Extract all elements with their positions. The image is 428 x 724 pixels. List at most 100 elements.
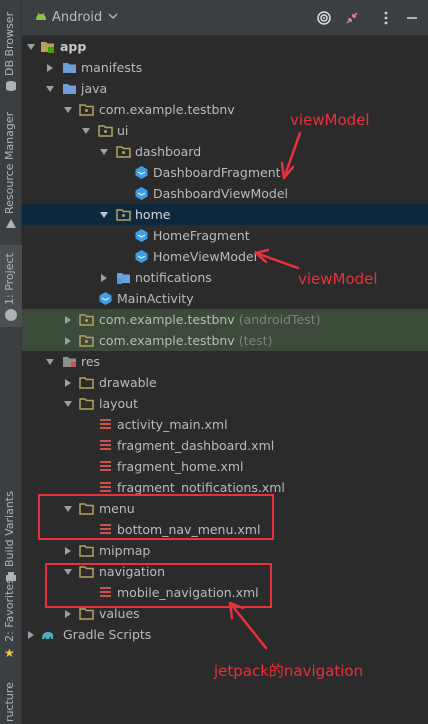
package-name: com.example.testbnv xyxy=(99,333,235,348)
build-variants-tab[interactable]: Build Variants xyxy=(0,465,22,585)
kotlin-class-icon xyxy=(99,292,112,305)
folder-icon xyxy=(79,377,94,389)
expanded-arrow-icon[interactable] xyxy=(64,400,72,408)
expanded-arrow-icon[interactable] xyxy=(46,358,54,366)
tree-node-layout[interactable]: layout xyxy=(22,393,428,414)
source-set-tag: (androidTest) xyxy=(238,312,321,327)
tree-node-activity-main[interactable]: activity_main.xml xyxy=(22,414,428,435)
package-icon xyxy=(79,335,94,347)
navigation-highlight-box xyxy=(45,563,272,608)
collapsed-arrow-icon[interactable] xyxy=(64,379,72,387)
database-icon xyxy=(6,81,16,91)
folder-icon xyxy=(63,63,76,73)
tree-label: DashboardViewModel xyxy=(153,186,289,201)
tree-node-dashboard-viewmodel[interactable]: DashboardViewModel xyxy=(22,183,428,204)
package-icon xyxy=(79,104,94,116)
expanded-arrow-icon[interactable] xyxy=(100,148,108,156)
tree-label: com.example.testbnv (test) xyxy=(99,333,272,348)
tree-label: HomeViewModel xyxy=(153,249,258,264)
expanded-arrow-icon[interactable] xyxy=(27,43,35,51)
tree-node-app[interactable]: app xyxy=(22,36,428,57)
project-label: 1: Project xyxy=(3,253,16,305)
tree-node-fragment-home[interactable]: fragment_home.xml xyxy=(22,456,428,477)
project-view-selector[interactable]: Android xyxy=(52,10,102,25)
locate-icon[interactable] xyxy=(316,10,332,26)
package-name: com.example.testbnv xyxy=(99,312,235,327)
collapsed-arrow-icon[interactable] xyxy=(64,610,72,618)
tree-label: HomeFragment xyxy=(153,228,250,243)
folder-icon xyxy=(63,84,76,94)
tree-label: java xyxy=(81,81,108,96)
chevron-down-icon[interactable] xyxy=(108,11,118,21)
collapse-all-icon[interactable] xyxy=(344,10,360,26)
build-variants-label: Build Variants xyxy=(3,491,16,567)
kotlin-class-icon xyxy=(135,250,148,263)
structure-tab[interactable]: ructure xyxy=(0,676,22,724)
collapsed-arrow-icon[interactable] xyxy=(27,631,35,639)
tree-label: ui xyxy=(117,123,129,138)
tree-node-dashboard-fragment[interactable]: DashboardFragment xyxy=(22,162,428,183)
tree-label: dashboard xyxy=(135,144,202,159)
tree-node-main-activity[interactable]: MainActivity xyxy=(22,288,428,309)
annotation-viewmodel-bottom: viewModel xyxy=(298,270,378,288)
package-icon xyxy=(98,125,113,137)
tree-node-package-android-test[interactable]: com.example.testbnv (androidTest) xyxy=(22,309,428,330)
collapsed-arrow-icon[interactable] xyxy=(46,64,54,72)
tree-label: mipmap xyxy=(99,543,151,558)
tree-label: activity_main.xml xyxy=(117,417,228,432)
tree-node-drawable[interactable]: drawable xyxy=(22,372,428,393)
menu-highlight-box xyxy=(38,494,274,540)
collapsed-arrow-icon[interactable] xyxy=(64,337,72,345)
kotlin-class-icon xyxy=(135,187,148,200)
hide-panel-icon[interactable] xyxy=(404,10,420,26)
tree-node-gradle-scripts[interactable]: Gradle Scripts xyxy=(22,624,428,645)
expanded-arrow-icon[interactable] xyxy=(46,85,54,93)
resource-manager-tab[interactable]: Resource Manager xyxy=(0,110,22,235)
structure-label: ructure xyxy=(3,682,16,722)
resource-icon xyxy=(6,219,16,228)
tree-label: com.example.testbnv xyxy=(99,102,235,117)
package-icon xyxy=(117,273,130,284)
db-browser-tab[interactable]: DB Browser xyxy=(0,4,22,94)
tree-node-res[interactable]: res xyxy=(22,351,428,372)
star-icon: ★ xyxy=(4,646,15,660)
folder-icon xyxy=(79,608,94,620)
tree-label: fragment_dashboard.xml xyxy=(117,438,275,453)
tree-node-dashboard[interactable]: dashboard xyxy=(22,141,428,162)
annotation-viewmodel-top: viewModel xyxy=(290,111,370,129)
tree-node-manifests[interactable]: manifests xyxy=(22,57,428,78)
folder-icon xyxy=(79,398,94,410)
tool-window-strip: DB Browser Resource Manager 1: Project B… xyxy=(0,0,22,724)
kotlin-class-icon xyxy=(135,229,148,242)
xml-file-icon xyxy=(100,440,111,450)
favorites-tab[interactable]: ★ 2: Favorites xyxy=(0,578,22,662)
collapsed-arrow-icon[interactable] xyxy=(64,316,72,324)
tree-node-package-test[interactable]: com.example.testbnv (test) xyxy=(22,330,428,351)
tree-node-mipmap[interactable]: mipmap xyxy=(22,540,428,561)
folder-icon xyxy=(79,545,94,557)
module-folder-icon xyxy=(41,42,54,53)
tree-node-home[interactable]: home xyxy=(22,204,428,225)
tree-node-java[interactable]: java xyxy=(22,78,428,99)
tree-label: com.example.testbnv (androidTest) xyxy=(99,312,321,327)
resource-manager-label: Resource Manager xyxy=(3,111,16,214)
tree-node-fragment-dashboard[interactable]: fragment_dashboard.xml xyxy=(22,435,428,456)
package-icon xyxy=(116,209,131,221)
tree-node-home-viewmodel[interactable]: HomeViewModel xyxy=(22,246,428,267)
expanded-arrow-icon[interactable] xyxy=(100,211,108,219)
tree-label: manifests xyxy=(81,60,143,75)
expanded-arrow-icon[interactable] xyxy=(64,106,72,114)
tree-label: layout xyxy=(99,396,139,411)
expanded-arrow-icon[interactable] xyxy=(82,127,90,135)
collapsed-arrow-icon[interactable] xyxy=(64,547,72,555)
tree-node-home-fragment[interactable]: HomeFragment xyxy=(22,225,428,246)
tree-label: fragment_notifications.xml xyxy=(117,480,285,495)
more-options-icon[interactable] xyxy=(378,10,394,26)
tree-label: fragment_home.xml xyxy=(117,459,244,474)
gradle-icon xyxy=(42,632,53,639)
tree-label: res xyxy=(81,354,101,369)
collapsed-arrow-icon[interactable] xyxy=(100,274,108,282)
tree-label: home xyxy=(135,207,171,222)
project-tab[interactable]: 1: Project xyxy=(0,245,22,327)
tree-label: DashboardFragment xyxy=(153,165,281,180)
